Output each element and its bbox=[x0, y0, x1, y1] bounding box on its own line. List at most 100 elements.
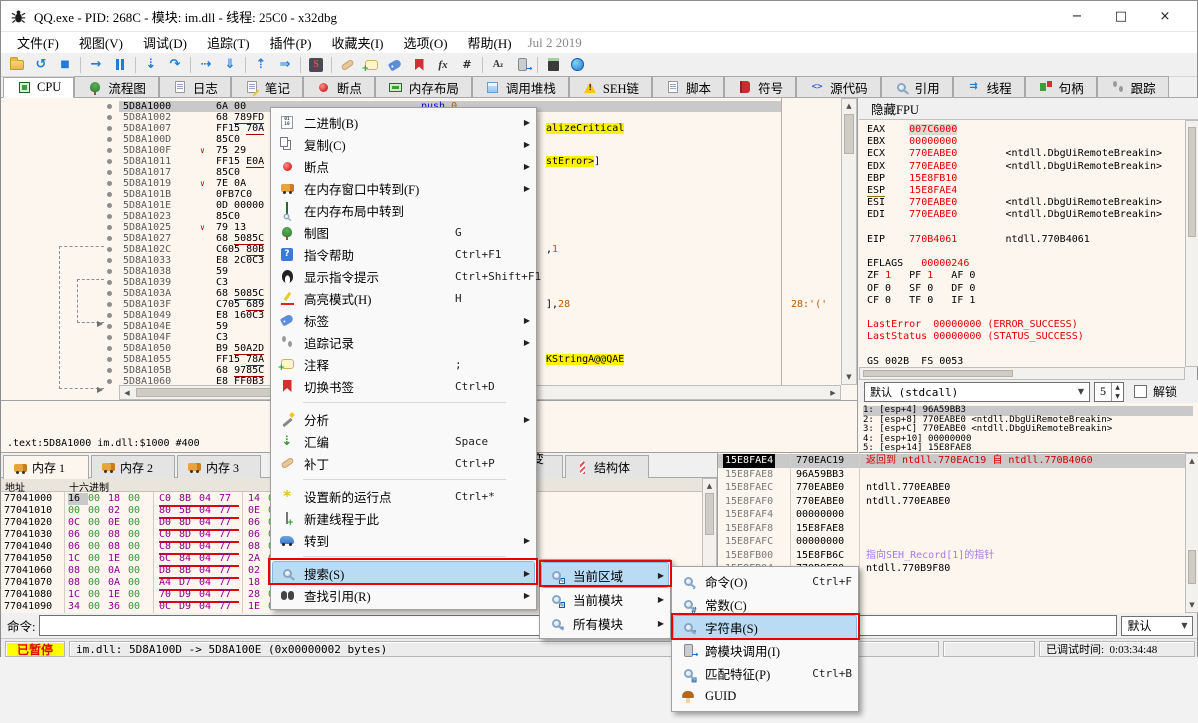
menu-item-显示指令提示[interactable]: 显示指令提示Ctrl+Shift+F1 bbox=[273, 265, 534, 287]
hide-fpu-button[interactable]: 隐藏FPU bbox=[859, 98, 1198, 120]
tab-CPU[interactable]: CPU bbox=[3, 77, 74, 98]
calculator-button[interactable] bbox=[541, 54, 565, 76]
menu-item-切换书签[interactable]: 切换书签Ctrl+D bbox=[273, 375, 534, 397]
menu-item-所有模块[interactable]: *所有模块▶ bbox=[542, 611, 668, 635]
restart-button[interactable]: ↺ bbox=[29, 54, 53, 76]
menu-item-帮助(H)[interactable]: 帮助(H) bbox=[458, 31, 522, 54]
tab-日志[interactable]: 日志 bbox=[159, 76, 231, 97]
menu-item-当前区域[interactable]: 当前区域▶ bbox=[542, 563, 668, 587]
menu-item-高亮模式(H)[interactable]: 高亮模式(H)H bbox=[273, 287, 534, 309]
menu-item-在内存布局中转到[interactable]: 在内存布局中转到 bbox=[273, 199, 534, 221]
scroll-down-icon[interactable]: ▼ bbox=[842, 373, 856, 381]
register-row[interactable]: CF 0 TF 0 IF 1 bbox=[867, 295, 975, 307]
tab-符号[interactable]: 符号 bbox=[724, 76, 796, 97]
stack-row[interactable]: 15E8FB0015E8FB6C指向SEH_Record[1]的指针 bbox=[718, 549, 1185, 563]
menu-item-搜索(S)[interactable]: 搜索(S)▶ bbox=[273, 562, 534, 584]
pause-button[interactable] bbox=[108, 54, 132, 76]
menu-item-追踪记录[interactable]: 追踪记录▶ bbox=[273, 331, 534, 353]
menu-item-设置新的运行点[interactable]: *设置新的运行点Ctrl+* bbox=[273, 485, 534, 507]
register-row[interactable]: EBP 15E8FB10 bbox=[867, 173, 957, 185]
stop-button[interactable]: ■ bbox=[53, 54, 77, 76]
scroll-thumb[interactable] bbox=[1188, 127, 1196, 237]
tab-源代码[interactable]: <>源代码 bbox=[796, 76, 881, 97]
scroll-up-icon[interactable]: ▲ bbox=[703, 482, 716, 490]
tab-断点[interactable]: 断点 bbox=[303, 76, 375, 97]
register-row[interactable]: EIP 770B4061 ntdll.770B4061 bbox=[867, 234, 1090, 246]
scroll-up-icon[interactable]: ▲ bbox=[842, 102, 856, 110]
dump-tab-内存 3[interactable]: 内存 3 bbox=[177, 455, 261, 478]
minimize-button[interactable]: − bbox=[1055, 1, 1099, 31]
register-row[interactable]: ESI 770EABE0 <ntdll.DbgUiRemoteBreakin> bbox=[867, 197, 1162, 209]
menu-item-文件(F)[interactable]: 文件(F) bbox=[7, 31, 69, 54]
menu-item-插件(P)[interactable]: 插件(P) bbox=[260, 31, 322, 54]
menu-item-汇编[interactable]: ⇣汇编Space bbox=[273, 430, 534, 452]
stack-row[interactable]: 15E8FAE4770EAC19返回到 ntdll.770EAC19 自 ntd… bbox=[718, 454, 1185, 468]
functions-button[interactable]: fx bbox=[431, 54, 455, 76]
stack-vertical-scrollbar[interactable]: ▲ ▼ bbox=[1185, 453, 1198, 613]
bookmarks-button[interactable] bbox=[407, 54, 431, 76]
scroll-thumb[interactable] bbox=[844, 114, 854, 154]
unlock-checkbox[interactable] bbox=[1134, 385, 1147, 398]
menu-item-新建线程于此[interactable]: 新建线程于此 bbox=[273, 507, 534, 529]
register-row[interactable]: ESP 15E8FAE4 bbox=[867, 185, 957, 197]
menu-item-补丁[interactable]: 补丁Ctrl+P bbox=[273, 452, 534, 474]
stack-row[interactable]: 15E8FAEC770EABE0ntdll.770EABE0 bbox=[718, 481, 1185, 495]
tab-脚本[interactable]: 脚本 bbox=[652, 76, 724, 97]
calling-convention-select[interactable]: 默认 (stdcall) ▼ bbox=[864, 382, 1090, 402]
globe-button[interactable] bbox=[565, 54, 589, 76]
menu-item-当前模块[interactable]: 当前模块▶ bbox=[542, 587, 668, 611]
menu-item-常数(C)[interactable]: #常数(C) bbox=[674, 593, 856, 616]
tab-跟踪[interactable]: 跟踪 bbox=[1097, 76, 1169, 97]
argument-count-stepper[interactable]: 5 ▲▼ bbox=[1094, 382, 1124, 402]
stepper-arrows-icon[interactable]: ▲▼ bbox=[1111, 383, 1123, 401]
register-row[interactable]: ZF 1 PF 1 AF 0 bbox=[867, 270, 975, 282]
disasm-vertical-scrollbar[interactable]: ▲ ▼ bbox=[841, 98, 857, 385]
menu-item-分析[interactable]: 分析▶ bbox=[273, 408, 534, 430]
menu-item-复制(C)[interactable]: 复制(C)▶ bbox=[273, 133, 534, 155]
tab-线程[interactable]: ⇉线程 bbox=[953, 76, 1025, 97]
stack-row[interactable]: 15E8FAF815E8FAE8 bbox=[718, 522, 1185, 536]
menu-item-收藏夹(I)[interactable]: 收藏夹(I) bbox=[321, 31, 393, 54]
run-button[interactable]: → bbox=[84, 54, 108, 76]
menu-item-选项(O)[interactable]: 选项(O) bbox=[393, 31, 457, 54]
step-into-button[interactable]: ⇣ bbox=[139, 54, 163, 76]
menu-item-视图(V)[interactable]: 视图(V) bbox=[69, 31, 133, 54]
menu-item-二进制(B)[interactable]: 0110二进制(B)▶ bbox=[273, 111, 534, 133]
scroll-thumb[interactable] bbox=[863, 370, 1013, 377]
register-row[interactable]: ECX 770EABE0 <ntdll.DbgUiRemoteBreakin> bbox=[867, 148, 1162, 160]
scroll-down-icon[interactable]: ▼ bbox=[1186, 601, 1198, 609]
register-row[interactable]: LastError 00000000 (ERROR_SUCCESS) bbox=[867, 319, 1078, 331]
patches-button[interactable] bbox=[335, 54, 359, 76]
menu-item-命令(O)[interactable]: ›命令(O)Ctrl+F bbox=[674, 570, 856, 593]
tab-句柄[interactable]: 句柄 bbox=[1025, 76, 1097, 97]
dump-tab-内存 2[interactable]: 内存 2 bbox=[91, 455, 175, 478]
tab-笔记[interactable]: 笔记 bbox=[231, 76, 303, 97]
stack-row[interactable]: 15E8FAFC00000000 bbox=[718, 535, 1185, 549]
comments-button[interactable] bbox=[359, 54, 383, 76]
menu-item-断点[interactable]: 断点▶ bbox=[273, 155, 534, 177]
register-row[interactable]: GS 002B FS 0053 bbox=[867, 356, 963, 367]
menu-item-调试(D)[interactable]: 调试(D) bbox=[133, 31, 197, 54]
hash-button[interactable]: # bbox=[455, 54, 479, 76]
command-profile-select[interactable]: 默认 ▼ bbox=[1121, 616, 1193, 636]
scroll-thumb[interactable] bbox=[705, 493, 714, 535]
menu-item-在内存窗口中转到(F)[interactable]: 在内存窗口中转到(F)▶ bbox=[273, 177, 534, 199]
execute-till-return-button[interactable]: ⇡ bbox=[249, 54, 273, 76]
menu-item-查找引用(R)[interactable]: 查找引用(R)▶ bbox=[273, 584, 534, 606]
menu-item-指令帮助[interactable]: ?指令帮助Ctrl+F1 bbox=[273, 243, 534, 265]
scroll-right-icon[interactable]: ▶ bbox=[828, 389, 838, 397]
register-row[interactable]: EBX 00000000 bbox=[867, 136, 957, 148]
dump-tab-内存 1[interactable]: 内存 1 bbox=[3, 455, 89, 479]
close-button[interactable]: × bbox=[1143, 1, 1187, 31]
menu-item-转到[interactable]: 转到▶ bbox=[273, 529, 534, 551]
run-to-selection-button[interactable]: ⇢ bbox=[194, 54, 218, 76]
menu-item-匹配特征(P)[interactable]: ▦匹配特征(P)Ctrl+B bbox=[674, 662, 856, 685]
arguments-pane[interactable]: 1: [esp+4] 96A59BB32: [esp+8] 770EABE0 <… bbox=[859, 403, 1198, 453]
register-row[interactable]: EAX 007C6000 bbox=[867, 124, 957, 136]
tab-SEH链[interactable]: SEH链 bbox=[569, 76, 652, 97]
scroll-thumb[interactable] bbox=[1188, 550, 1196, 584]
menu-item-字符串(S)[interactable]: "字符串(S) bbox=[674, 616, 856, 639]
registers-horizontal-scrollbar[interactable] bbox=[859, 367, 1185, 380]
register-row[interactable]: LastStatus 00000000 (STATUS_SUCCESS) bbox=[867, 331, 1084, 343]
menu-item-GUID[interactable]: GUID bbox=[674, 685, 856, 708]
